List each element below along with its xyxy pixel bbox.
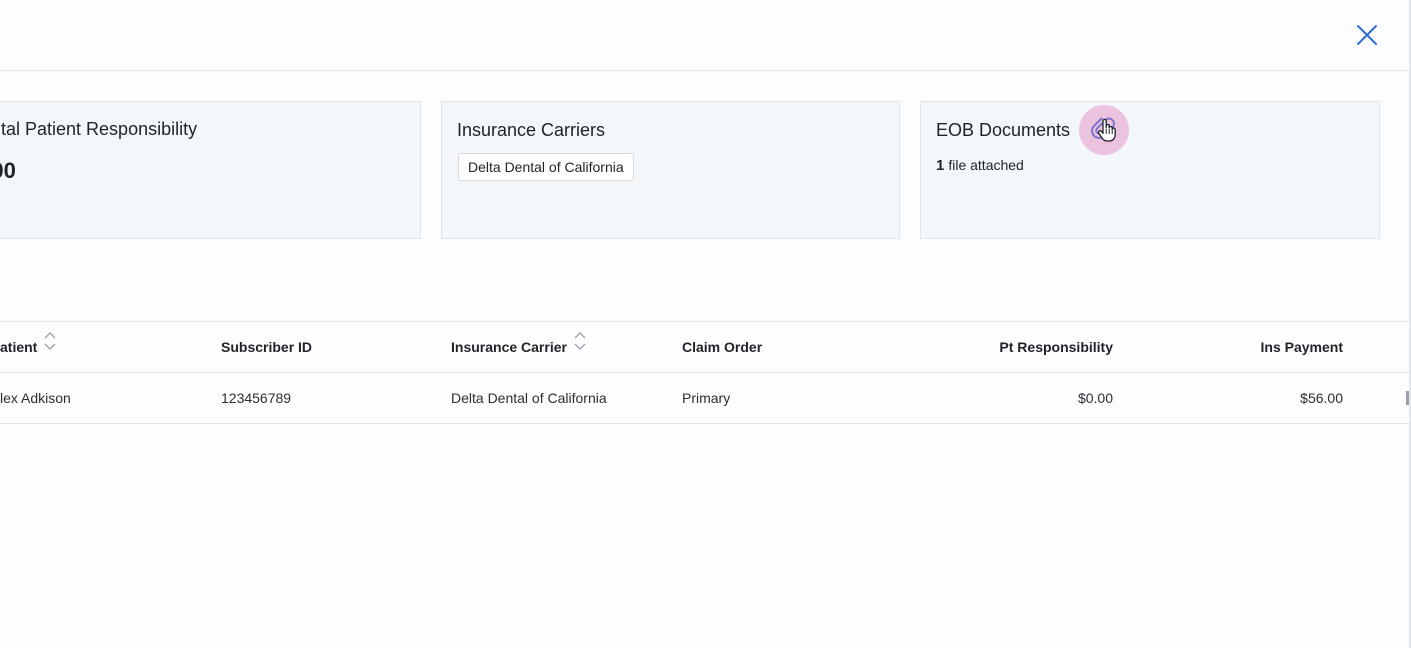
eob-file-count-number: 1	[936, 157, 945, 174]
col-header-patient[interactable]: atient	[0, 322, 57, 372]
patient-responsibility-amount: 0.00	[0, 158, 16, 183]
col-header-claim-order: Claim Order	[682, 339, 763, 355]
table-header: atient Subscriber ID Insurance Carrier C…	[0, 321, 1411, 372]
patient-responsibility-title: tal Patient Responsibility	[1, 119, 198, 139]
col-header-pt-responsibility: Pt Responsibility	[999, 339, 1113, 355]
col-header-patient-label: atient	[0, 339, 38, 355]
cell-claim-order: Primary	[682, 390, 731, 406]
cell-insurance-carrier: Delta Dental of California	[451, 390, 607, 406]
insurance-carriers-title: Insurance Carriers	[457, 120, 606, 140]
patient-responsibility-card: tal Patient Responsibility 0.00	[0, 101, 421, 239]
col-header-insurance-carrier[interactable]: Insurance Carrier	[451, 322, 587, 372]
header-divider	[0, 70, 1411, 71]
insurance-carriers-card: Insurance Carriers Delta Dental of Calif…	[441, 101, 900, 239]
cell-pt-responsibility: $0.00	[1077, 390, 1113, 406]
sort-icon[interactable]	[573, 322, 587, 372]
row-overflow-indicator	[1406, 391, 1409, 405]
cell-ins-payment: $56.00	[1300, 390, 1343, 406]
eob-file-count-label: file attached	[948, 157, 1024, 173]
carrier-chip: Delta Dental of California	[458, 153, 634, 181]
close-icon	[1357, 25, 1377, 45]
col-header-subscriber-id: Subscriber ID	[221, 339, 313, 355]
cell-patient: lex Adkison	[0, 390, 71, 406]
col-header-insurance-carrier-label: Insurance Carrier	[451, 339, 567, 355]
sort-icon[interactable]	[43, 322, 57, 372]
attach-eob-button[interactable]	[1079, 105, 1129, 155]
eob-file-count: 1 file attached	[936, 157, 1024, 174]
close-button[interactable]	[1352, 20, 1382, 50]
eob-documents-title: EOB Documents	[936, 120, 1071, 140]
eob-documents-card: EOB Documents 1 file attached	[920, 101, 1380, 239]
table-row[interactable]: lex Adkison 123456789 Delta Dental of Ca…	[0, 372, 1411, 424]
col-header-ins-payment: Ins Payment	[1260, 339, 1343, 355]
claim-detail-panel: tal Patient Responsibility 0.00 Insuranc…	[0, 0, 1411, 648]
cell-subscriber-id: 123456789	[221, 390, 292, 406]
claims-table: atient Subscriber ID Insurance Carrier C…	[0, 321, 1411, 424]
hand-cursor-icon	[1097, 118, 1116, 142]
